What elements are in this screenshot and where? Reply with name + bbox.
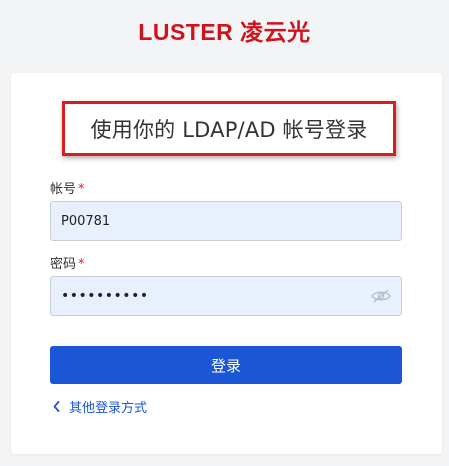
required-mark: * <box>78 257 85 272</box>
eye-off-icon[interactable] <box>371 288 391 304</box>
login-card: 使用你的 LDAP/AD 帐号登录 帐号 * P00781 密码 * •••••••… <box>11 73 442 454</box>
chevron-left-icon <box>53 401 60 412</box>
other-login-methods-link[interactable]: 其他登录方式 <box>53 397 147 416</box>
password-input[interactable]: •••••••••• <box>50 276 402 316</box>
login-button-label: 登录 <box>210 356 241 375</box>
required-mark: * <box>78 182 85 197</box>
account-label: 帐号 * <box>50 178 85 197</box>
brand-logo: LUSTER 凌云光 <box>138 19 311 45</box>
page-title: 使用你的 LDAP/AD 帐号登录 <box>90 117 368 142</box>
login-button[interactable]: 登录 <box>50 346 402 384</box>
account-input[interactable]: P00781 <box>50 201 402 241</box>
password-label-text: 密码 <box>50 257 77 272</box>
password-label: 密码 * <box>50 253 85 272</box>
title-highlight-box: 使用你的 LDAP/AD 帐号登录 <box>62 101 396 156</box>
account-input-value: P00781 <box>61 213 111 229</box>
password-input-value: •••••••••• <box>61 288 149 304</box>
account-label-text: 帐号 <box>50 182 77 197</box>
other-login-methods-label: 其他登录方式 <box>69 401 148 416</box>
